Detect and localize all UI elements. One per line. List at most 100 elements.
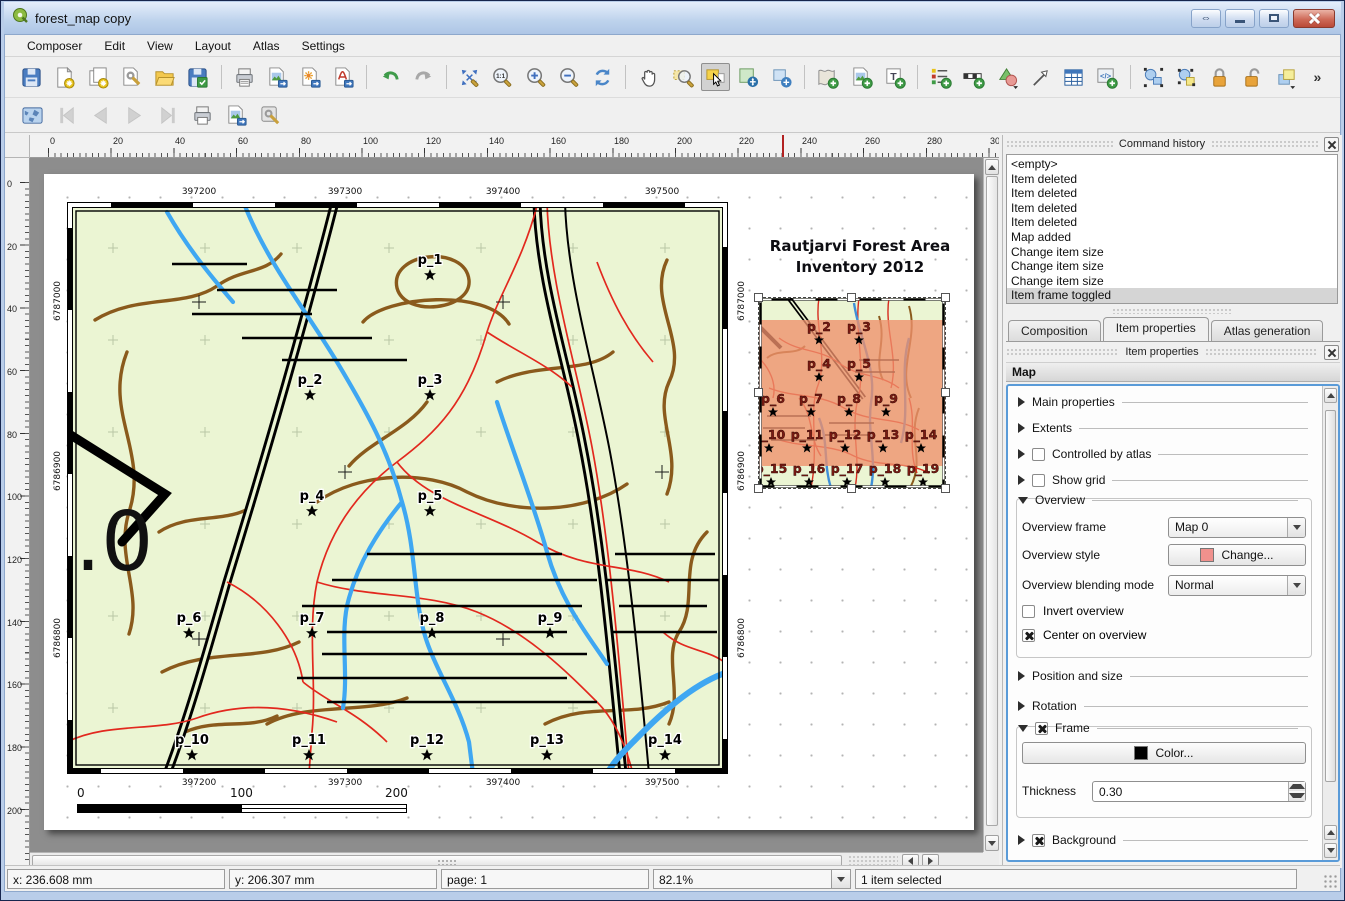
selection-handle-w[interactable]: [754, 388, 763, 397]
section-extents[interactable]: Extents: [1018, 420, 1308, 436]
scroll-up-button-bottom[interactable]: [1324, 825, 1337, 840]
selection-handle-sw[interactable]: [754, 484, 763, 493]
canvas-vertical-scrollbar[interactable]: [983, 158, 999, 852]
tab-item-properties[interactable]: Item properties: [1103, 317, 1209, 341]
close-dock-icon[interactable]: [1324, 137, 1339, 152]
export-as-image-button[interactable]: [263, 63, 292, 91]
dropdown-button[interactable]: [1287, 576, 1305, 595]
add-arrow-button[interactable]: [1026, 63, 1055, 91]
section-background[interactable]: Background: [1018, 832, 1308, 848]
history-item[interactable]: Map added: [1007, 230, 1337, 245]
menu-view[interactable]: View: [137, 36, 183, 56]
center-on-overview-checkbox[interactable]: [1022, 629, 1035, 642]
close-dock-icon[interactable]: [1324, 345, 1339, 360]
history-item[interactable]: Change item size: [1007, 274, 1337, 289]
zoom-full-button[interactable]: [455, 63, 484, 91]
duplicate-composition-button[interactable]: [84, 63, 113, 91]
undo-button[interactable]: [375, 63, 404, 91]
redo-button[interactable]: [409, 63, 438, 91]
atlas-settings-button[interactable]: [255, 101, 285, 129]
add-html-frame-button[interactable]: </>: [1092, 63, 1121, 91]
background-checkbox[interactable]: [1032, 834, 1045, 847]
overview-blending-combobox[interactable]: Normal: [1168, 575, 1306, 596]
menu-edit[interactable]: Edit: [94, 36, 135, 56]
history-item[interactable]: Item deleted: [1007, 172, 1337, 187]
refresh-view-button[interactable]: [588, 63, 617, 91]
atlas-first-feature-button[interactable]: [51, 101, 81, 129]
window-resize-grip[interactable]: [1323, 874, 1337, 888]
overview-style-change-button[interactable]: Change...: [1168, 544, 1306, 566]
section-frame[interactable]: Frame: [1018, 720, 1298, 736]
composition-title[interactable]: Rautjarvi Forest Area Inventory 2012: [744, 236, 976, 278]
print-atlas-button[interactable]: [187, 101, 217, 129]
ungroup-items-button[interactable]: [1172, 63, 1201, 91]
resize-window-button[interactable]: ⇔: [1191, 9, 1221, 28]
new-composition-button[interactable]: [50, 63, 79, 91]
group-items-button[interactable]: [1139, 63, 1168, 91]
pan-tool-button[interactable]: [634, 63, 663, 91]
select-move-item-tool-button[interactable]: [701, 63, 730, 91]
add-scalebar-button[interactable]: [959, 63, 988, 91]
print-button[interactable]: [229, 63, 258, 91]
vertical-scrollbar-thumb[interactable]: [986, 176, 998, 826]
section-show-grid[interactable]: Show grid: [1018, 472, 1308, 488]
add-image-button[interactable]: [847, 63, 876, 91]
raise-items-button[interactable]: [1272, 63, 1301, 91]
add-legend-button[interactable]: [926, 63, 955, 91]
scroll-up-button[interactable]: [1324, 388, 1337, 403]
selection-handle-se[interactable]: [941, 484, 950, 493]
menu-layout[interactable]: Layout: [185, 36, 241, 56]
composition-manager-button[interactable]: [117, 63, 146, 91]
maximize-button[interactable]: [1259, 9, 1289, 28]
frame-color-button[interactable]: Color...: [1022, 742, 1306, 764]
properties-scrollbar-thumb[interactable]: [1325, 410, 1336, 782]
frame-checkbox[interactable]: [1035, 722, 1048, 735]
history-item-selected[interactable]: Item frame toggled: [1007, 288, 1337, 303]
menu-settings[interactable]: Settings: [292, 36, 355, 56]
lock-items-button[interactable]: [1205, 63, 1234, 91]
thickness-spinbox[interactable]: 0.30: [1092, 781, 1306, 802]
menu-composer[interactable]: Composer: [17, 36, 92, 56]
zoom-in-button[interactable]: [521, 63, 550, 91]
overview-map-item[interactable]: p_2 p_3 p_4 p_5 p_6 p_7 p_8 p_9 p_10 p_1…: [759, 298, 945, 488]
tab-composition[interactable]: Composition: [1008, 320, 1101, 341]
unlock-items-button[interactable]: [1238, 63, 1267, 91]
history-item[interactable]: <empty>: [1007, 157, 1337, 172]
section-position-and-size[interactable]: Position and size: [1018, 668, 1308, 684]
toolbar-overflow-button[interactable]: »: [1303, 63, 1332, 91]
move-selected-items-button[interactable]: [767, 63, 796, 91]
add-attribute-table-button[interactable]: [1059, 63, 1088, 91]
selection-handle-ne[interactable]: [941, 293, 950, 302]
export-as-pdf-button[interactable]: [329, 63, 358, 91]
history-item[interactable]: Item deleted: [1007, 201, 1337, 216]
spin-down-button[interactable]: [1289, 791, 1305, 801]
selection-handle-nw[interactable]: [754, 293, 763, 302]
dropdown-button[interactable]: [1287, 518, 1305, 537]
command-history-list[interactable]: <empty> Item deleted Item deleted Item d…: [1006, 154, 1338, 304]
scalebar-item[interactable]: 0 100 200 m: [77, 786, 413, 820]
spin-up-button[interactable]: [1289, 782, 1305, 792]
invert-overview-checkbox[interactable]: [1022, 605, 1035, 618]
open-template-button[interactable]: [150, 63, 179, 91]
export-atlas-button[interactable]: [221, 101, 251, 129]
scroll-down-button[interactable]: [1324, 843, 1337, 858]
scroll-down-button[interactable]: [985, 835, 999, 851]
zoom-out-button[interactable]: [555, 63, 584, 91]
add-new-map-button[interactable]: [813, 63, 842, 91]
export-as-svg-button[interactable]: [296, 63, 325, 91]
history-item[interactable]: Change item size: [1007, 259, 1337, 274]
add-shape-button[interactable]: [993, 63, 1022, 91]
menu-atlas[interactable]: Atlas: [243, 36, 290, 56]
controlled-by-atlas-checkbox[interactable]: [1032, 448, 1045, 461]
history-item[interactable]: Change item size: [1007, 245, 1337, 260]
history-item[interactable]: Item deleted: [1007, 215, 1337, 230]
item-properties-titlebar[interactable]: Item properties: [1006, 343, 1339, 361]
save-project-button[interactable]: [17, 63, 46, 91]
section-main-properties[interactable]: Main properties: [1018, 394, 1308, 410]
move-item-content-tool-button[interactable]: [734, 63, 763, 91]
show-grid-checkbox[interactable]: [1032, 474, 1045, 487]
section-overview[interactable]: Overview: [1018, 492, 1298, 508]
section-rotation[interactable]: Rotation: [1018, 698, 1308, 714]
close-button[interactable]: [1293, 9, 1335, 28]
titlebar[interactable]: forest_map copy ⇔: [4, 2, 1341, 34]
